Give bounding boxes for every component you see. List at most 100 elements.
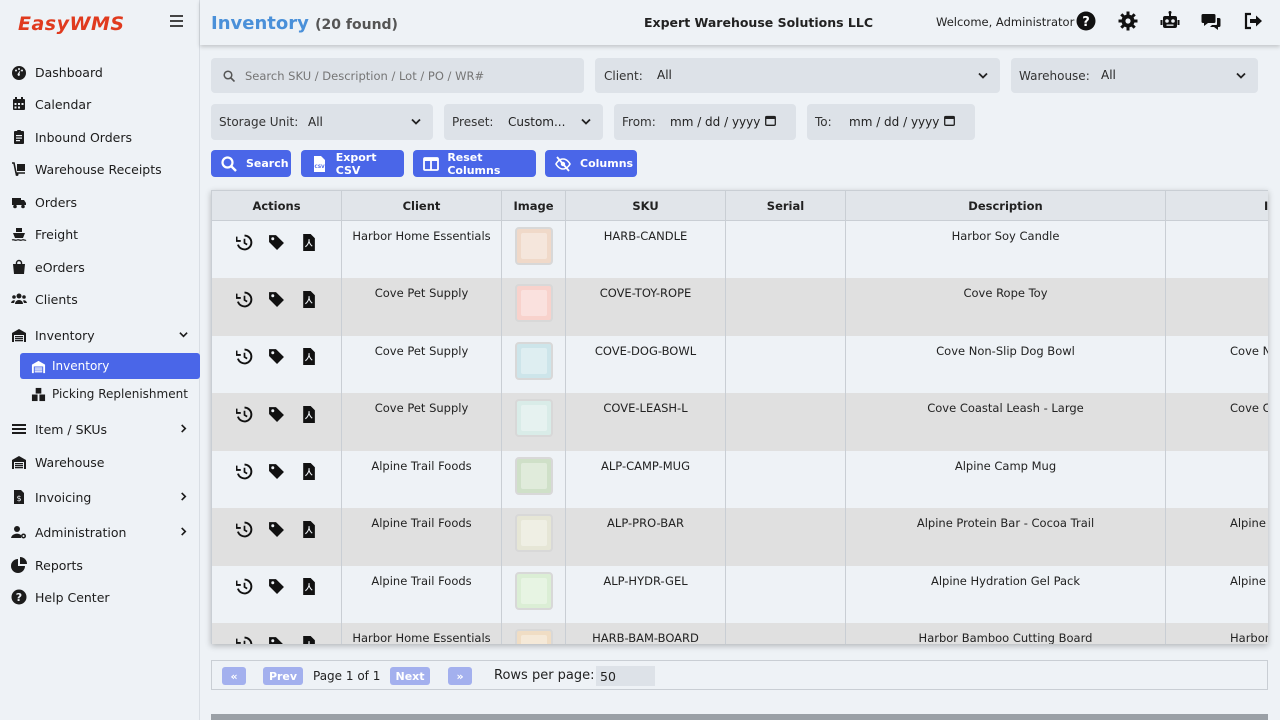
- history-icon[interactable]: [236, 520, 254, 538]
- sidebar-subitem-inventory[interactable]: Inventory: [20, 353, 200, 379]
- cell-image[interactable]: [501, 335, 566, 393]
- history-icon[interactable]: [236, 405, 254, 423]
- product-thumbnail[interactable]: [514, 571, 553, 610]
- pdf-icon[interactable]: [300, 405, 318, 423]
- tag-icon[interactable]: [268, 233, 286, 251]
- table-row[interactable]: Cove Pet Supply COVE-LEASH-L Cove Coastal …: [211, 393, 1268, 451]
- sidebar-item-dashboard[interactable]: Dashboard: [0, 58, 200, 86]
- sidebar-item-warehouse[interactable]: Warehouse: [0, 448, 200, 476]
- sidebar-item-administration[interactable]: Administration: [0, 518, 200, 546]
- col-header-serial[interactable]: Serial: [725, 190, 846, 221]
- product-thumbnail[interactable]: [514, 629, 553, 644]
- history-icon[interactable]: [236, 635, 254, 644]
- chat-icon[interactable]: [1201, 11, 1223, 33]
- prev-page-button[interactable]: Prev: [263, 667, 303, 685]
- pdf-icon[interactable]: [300, 578, 318, 596]
- tag-icon[interactable]: [268, 405, 286, 423]
- table-row[interactable]: Alpine Trail Foods ALP-HYDR-GEL Alpine Hyd…: [211, 565, 1268, 623]
- cell-image[interactable]: [501, 565, 566, 623]
- app-logo[interactable]: EasyWMS: [18, 13, 125, 35]
- client-select[interactable]: Client: All: [595, 58, 1000, 93]
- table-row[interactable]: Alpine Trail Foods ALP-PRO-BAR Alpine Prot…: [211, 508, 1268, 566]
- next-page-button[interactable]: Next: [390, 667, 430, 685]
- tag-icon[interactable]: [268, 635, 286, 644]
- tag-icon[interactable]: [268, 578, 286, 596]
- sidebar-item-eorders[interactable]: eOrders: [0, 253, 200, 281]
- sidebar-item-inbound-orders[interactable]: Inbound Orders: [0, 123, 200, 151]
- sidebar-item-clients[interactable]: Clients: [0, 285, 200, 313]
- pdf-icon[interactable]: [300, 635, 318, 644]
- tag-icon[interactable]: [268, 348, 286, 366]
- table-row[interactable]: Harbor Home Essentials HARB-CANDLE Harbor …: [211, 220, 1268, 278]
- help-icon[interactable]: ?: [1076, 11, 1098, 33]
- history-icon[interactable]: [236, 463, 254, 481]
- cell-image[interactable]: [501, 623, 566, 644]
- storage-unit-select[interactable]: Storage Unit: All: [211, 104, 433, 140]
- tag-icon[interactable]: [268, 520, 286, 538]
- cell-image[interactable]: [501, 508, 566, 566]
- sidebar-item-orders[interactable]: Orders: [0, 188, 200, 216]
- from-date-field[interactable]: From: mm / dd / yyyy: [614, 104, 796, 140]
- history-icon[interactable]: [236, 290, 254, 308]
- sidebar-item-help-center[interactable]: ? Help Center: [0, 583, 200, 611]
- cell-image[interactable]: [501, 278, 566, 336]
- sidebar-item-calendar[interactable]: Calendar: [0, 90, 200, 118]
- pdf-icon[interactable]: [300, 233, 318, 251]
- preset-select[interactable]: Preset: Custom...: [444, 104, 603, 140]
- col-header-inventory[interactable]: Inv: [1165, 190, 1268, 221]
- search-field[interactable]: [211, 58, 584, 93]
- history-icon[interactable]: [236, 233, 254, 251]
- history-icon[interactable]: [236, 578, 254, 596]
- reset-columns-button[interactable]: Reset Columns: [413, 150, 536, 177]
- export-csv-button[interactable]: CSV Export CSV: [301, 150, 404, 177]
- robot-icon[interactable]: [1160, 11, 1182, 33]
- pdf-icon[interactable]: [300, 463, 318, 481]
- sidebar-item-invoicing[interactable]: $ Invoicing: [0, 483, 200, 511]
- product-thumbnail[interactable]: [514, 399, 553, 437]
- columns-button[interactable]: Columns: [545, 150, 637, 177]
- search-button[interactable]: Search: [211, 150, 291, 177]
- table-row[interactable]: Cove Pet Supply COVE-TOY-ROPE Cove Rope To…: [211, 278, 1268, 336]
- product-thumbnail[interactable]: [514, 284, 553, 322]
- col-header-actions[interactable]: Actions: [211, 190, 342, 221]
- product-thumbnail[interactable]: [514, 341, 553, 380]
- table-row[interactable]: Cove Pet Supply COVE-DOG-BOWL Cove Non-Sli…: [211, 335, 1268, 393]
- first-page-button[interactable]: «: [222, 667, 246, 685]
- to-date-field[interactable]: To: mm / dd / yyyy: [807, 104, 975, 140]
- sidebar-item-reports[interactable]: Reports: [0, 551, 200, 579]
- menu-toggle-icon[interactable]: [170, 15, 183, 27]
- sidebar-item-freight[interactable]: Freight: [0, 220, 200, 248]
- pdf-icon[interactable]: [300, 290, 318, 308]
- col-header-image[interactable]: Image: [501, 190, 566, 221]
- pdf-icon[interactable]: [300, 348, 318, 366]
- col-header-description[interactable]: Description: [845, 190, 1166, 221]
- calendar-icon[interactable]: [765, 115, 776, 126]
- sidebar-item-item-skus[interactable]: Item / SKUs: [0, 415, 200, 443]
- history-icon[interactable]: [236, 348, 254, 366]
- welcome-text: Welcome, Administrator: [936, 15, 1075, 29]
- table-row[interactable]: Harbor Home Essentials HARB-BAM-BOARD Harb…: [211, 623, 1268, 644]
- product-thumbnail[interactable]: [514, 456, 553, 495]
- col-header-client[interactable]: Client: [341, 190, 502, 221]
- tag-icon[interactable]: [268, 463, 286, 481]
- logout-icon[interactable]: [1243, 11, 1265, 33]
- search-input[interactable]: [245, 67, 565, 85]
- cell-image[interactable]: [501, 393, 566, 451]
- product-thumbnail[interactable]: [514, 227, 553, 265]
- cell-image[interactable]: [501, 450, 566, 508]
- last-page-button[interactable]: »: [448, 667, 472, 685]
- gear-icon[interactable]: [1118, 11, 1140, 33]
- col-header-sku[interactable]: SKU: [565, 190, 726, 221]
- calendar-icon[interactable]: [944, 115, 955, 126]
- warehouse-select[interactable]: Warehouse: All: [1011, 58, 1258, 93]
- pdf-icon[interactable]: [300, 520, 318, 538]
- rows-per-page-input[interactable]: [596, 666, 655, 686]
- horizontal-scrollbar[interactable]: [211, 714, 1268, 720]
- sidebar-item-inventory[interactable]: Inventory: [0, 321, 200, 349]
- sidebar-subitem-picking-replenishment[interactable]: Picking Replenishment: [20, 381, 200, 407]
- product-thumbnail[interactable]: [514, 514, 553, 552]
- sidebar-item-warehouse-receipts[interactable]: Warehouse Receipts: [0, 155, 200, 183]
- cell-image[interactable]: [501, 220, 566, 278]
- table-row[interactable]: Alpine Trail Foods ALP-CAMP-MUG Alpine Cam…: [211, 450, 1268, 508]
- tag-icon[interactable]: [268, 290, 286, 308]
